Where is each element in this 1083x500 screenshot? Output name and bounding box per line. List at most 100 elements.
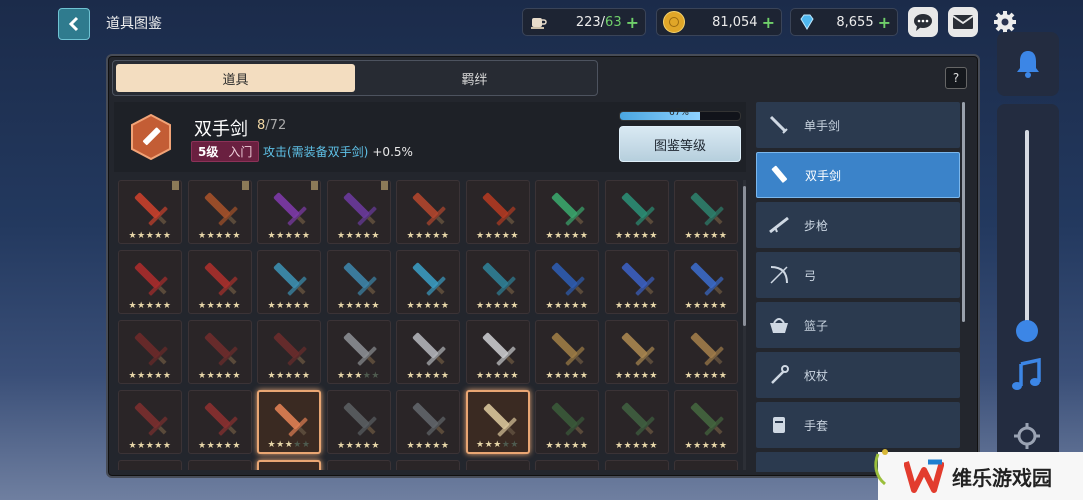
item-slot[interactable]: ★★★★★ [118,390,182,454]
laurel-emblem-icon [874,449,888,486]
item-slot[interactable]: ★★★★★ [257,460,321,470]
greatsword-icon [134,332,168,366]
item-slot[interactable]: ★★★★★ [604,250,669,314]
category-label: 权杖 [804,368,829,383]
notification-button[interactable] [997,32,1059,96]
item-slot[interactable]: ★★★★★ [465,250,530,314]
greatsword-icon [343,262,377,296]
add-gold-button[interactable]: + [762,13,775,32]
item-slot[interactable]: ★★★★★ [187,180,252,244]
category-item-sword[interactable]: 单手剑 [756,102,960,148]
item-slot[interactable]: ★★★★★ [535,250,599,314]
item-slot[interactable]: ★★★★★ [257,390,321,454]
gem-value: 8,655 [836,14,874,30]
grid-scroll-thumb[interactable] [743,186,746,326]
item-slot[interactable]: ★★★★★ [535,180,599,244]
greatsword-icon [267,468,315,470]
item-slot[interactable]: ★★★★★ [674,250,738,314]
greatsword-icon [343,402,377,436]
mail-button[interactable] [948,7,978,37]
greatsword-icon [551,262,585,296]
item-slot[interactable]: ★★★★★ [326,390,391,454]
item-slot[interactable]: ★★★★★ [326,180,391,244]
item-slot[interactable]: ★★★★★ [465,320,530,384]
category-item-rifle[interactable]: 步枪 [756,202,960,248]
category-label: 弓 [804,268,817,283]
category-item-gauntlet[interactable]: 手套 [756,402,960,448]
greatsword-icon [621,192,655,226]
tab-bonds[interactable]: 羁绊 [355,64,594,92]
item-slot[interactable]: ★★★★★ [326,250,391,314]
item-slot[interactable]: ★★★★★ [535,320,599,384]
add-stamina-button[interactable]: + [626,13,639,32]
category-item-staff[interactable]: 权杖 [756,352,960,398]
greatsword-icon [405,467,453,470]
greatsword-icon [273,332,307,366]
item-slot[interactable]: ★★★★★ [187,390,252,454]
collection-level-button[interactable]: 图鉴等级 [619,126,741,162]
item-slot[interactable]: ★★★★★ [118,320,182,384]
category-item-basket[interactable]: 篮子 [756,302,960,348]
category-item-greatsword[interactable]: 双手剑 [756,152,960,198]
star-rating: ★★★★★ [476,440,519,450]
item-slot[interactable]: ★★★★★ [118,250,182,314]
item-slot[interactable]: ★★★★★ [465,180,530,244]
greatsword-icon [412,192,446,226]
category-item-bow[interactable]: 弓 [756,252,960,298]
chat-button[interactable] [908,7,938,37]
item-slot[interactable]: ★★★★★ [187,320,252,384]
back-button[interactable] [58,8,90,40]
item-slot[interactable]: ★★★★★ [326,320,391,384]
item-slot[interactable]: ★★★★★ [604,180,669,244]
gauntlet-icon [766,412,792,438]
item-slot[interactable]: ★★★★★ [674,180,738,244]
item-slot[interactable]: ★★★★★ [396,460,460,470]
greatsword-icon [544,467,592,470]
category-scrollbar[interactable] [962,102,965,322]
category-label: 双手剑 [805,168,842,183]
star-rating: ★★★★★ [684,301,728,311]
greatsword-icon [621,262,655,296]
item-slot[interactable]: ★★★★★ [396,390,460,454]
item-slot[interactable]: ★★★★★ [396,320,460,384]
greatsword-icon [197,467,245,470]
item-slot[interactable]: ★★★★★ [674,460,738,470]
category-label: 篮子 [804,318,829,333]
category-name: 双手剑 [194,119,248,140]
item-slot[interactable]: ★★★★★ [326,460,391,470]
greatsword-icon [483,403,517,437]
page-title: 道具图鉴 [106,16,162,32]
item-slot[interactable]: ★★★★★ [257,180,321,244]
item-slot[interactable]: ★★★★★ [396,250,460,314]
category-label: 步枪 [804,218,829,233]
item-slot[interactable]: ★★★★★ [604,460,669,470]
item-slot[interactable]: ★★★★★ [187,250,252,314]
item-slot[interactable]: ★★★★★ [604,320,669,384]
star-rating: ★★★★★ [267,371,311,381]
volume-slider-knob[interactable] [1016,320,1038,342]
greatsword-icon [204,262,238,296]
volume-slider[interactable] [1025,130,1029,325]
help-button[interactable]: ? [945,67,967,89]
item-slot[interactable]: ★★★★★ [396,180,460,244]
settings-gear-icon[interactable] [1013,422,1041,450]
item-slot[interactable]: ★★★★★ [257,320,321,384]
item-slot[interactable]: ★★★★★ [674,320,738,384]
item-slot[interactable]: ★★★★★ [535,460,599,470]
item-slot[interactable]: ★★★★★ [257,250,321,314]
item-slot[interactable]: ★★★★★ [118,180,182,244]
item-slot[interactable]: ★★★★★ [535,390,599,454]
add-gem-button[interactable]: + [878,13,891,32]
item-slot[interactable]: ★★★★★ [465,460,530,470]
tab-items[interactable]: 道具 [116,64,355,92]
greatsword-icon [412,262,446,296]
progress-label: 67% [668,108,689,118]
item-slot[interactable]: ★★★★★ [118,460,182,470]
star-rating: ★★★★★ [198,301,241,311]
item-slot[interactable]: ★★★★★ [604,390,669,454]
item-slot[interactable]: ★★★★★ [674,390,738,454]
music-note-icon[interactable] [1011,358,1043,392]
item-slot[interactable]: ★★★★★ [465,390,530,454]
star-rating: ★★★★★ [615,441,658,451]
item-slot[interactable]: ★★★★★ [187,460,252,470]
